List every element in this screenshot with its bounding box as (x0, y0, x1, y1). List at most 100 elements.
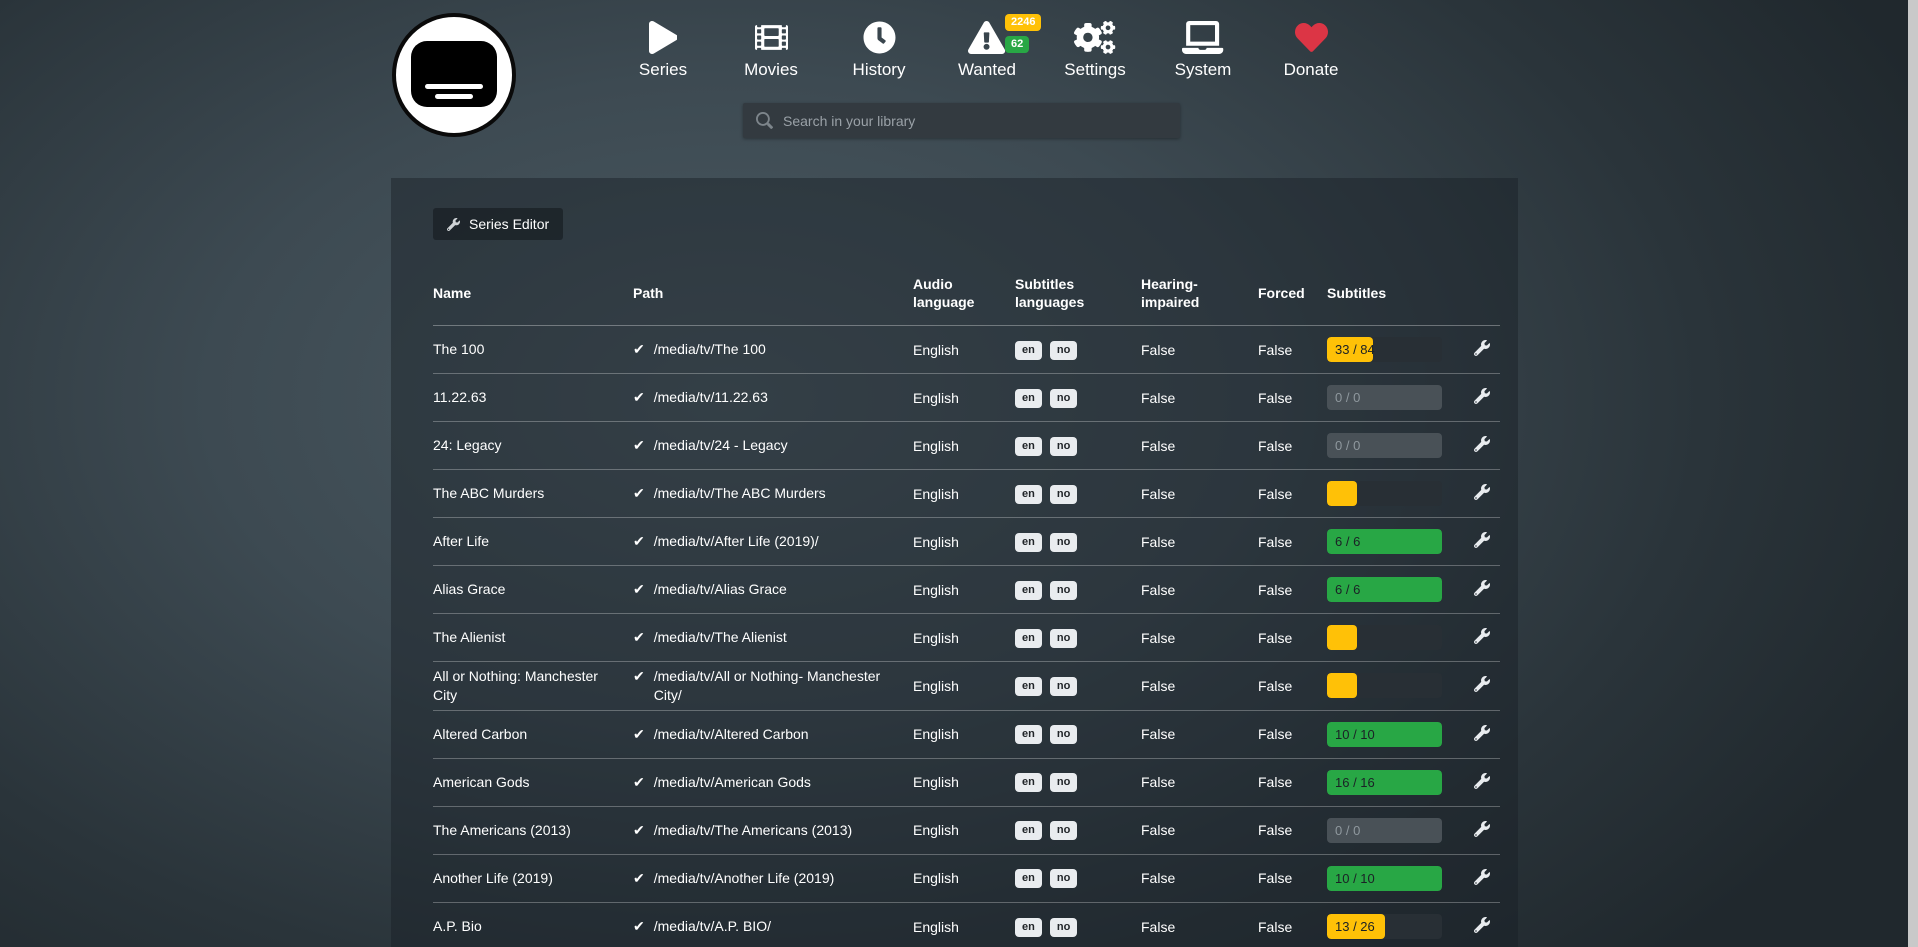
hearing-impaired-value: False (1141, 438, 1258, 454)
series-name[interactable]: After Life (433, 533, 489, 549)
table-row: The 100 ✔ /media/tv/The 100 English enno… (433, 326, 1500, 374)
series-path: /media/tv/All or Nothing- Manchester Cit… (654, 667, 903, 705)
language-badge: no (1050, 533, 1077, 552)
play-icon (649, 16, 678, 58)
wrench-icon (1474, 773, 1490, 789)
edit-series-button[interactable] (1474, 821, 1490, 840)
clock-icon (863, 16, 896, 58)
subtitle-languages: enno (1015, 340, 1141, 360)
subtitles-progress-label: 6 / 6 (1335, 577, 1360, 602)
nav-item-history[interactable]: Wanted History (825, 16, 933, 80)
edit-series-button[interactable] (1474, 532, 1490, 551)
language-badge: no (1050, 869, 1077, 888)
nav-item-system[interactable]: System (1149, 16, 1257, 80)
check-icon: ✔ (633, 869, 645, 888)
series-path: /media/tv/11.22.63 (654, 388, 768, 407)
subtitles-progress-label: 6 / 6 (1335, 529, 1360, 554)
wrench-icon (1474, 821, 1490, 837)
table-row: Another Life (2019) ✔ /media/tv/Another … (433, 855, 1500, 903)
nav-label: Donate (1284, 60, 1339, 80)
series-path: /media/tv/Another Life (2019) (654, 869, 835, 888)
series-name[interactable]: The 100 (433, 341, 484, 357)
nav-item-donate[interactable]: Donate (1257, 16, 1365, 80)
series-name[interactable]: The ABC Murders (433, 485, 544, 501)
language-badge: no (1050, 629, 1077, 648)
nav-item-movies[interactable]: Movies (717, 16, 825, 80)
subtitles-progress: 16 / 16 (1327, 770, 1442, 795)
wanted-series-count-badge: 2246 (1005, 14, 1041, 31)
subtitles-progress (1327, 481, 1442, 506)
subtitle-languages: enno (1015, 628, 1141, 648)
page-scrollbar[interactable] (1908, 0, 1918, 947)
series-name[interactable]: A.P. Bio (433, 918, 482, 934)
check-icon: ✔ (633, 667, 645, 686)
edit-series-button[interactable] (1474, 917, 1490, 936)
edit-series-button[interactable] (1474, 388, 1490, 407)
subtitles-progress (1327, 673, 1442, 698)
nav-item-wanted[interactable]: Wanted 2246 62 (933, 16, 1041, 80)
nav-item-series[interactable]: Series (609, 16, 717, 80)
wrench-icon (447, 218, 460, 231)
language-badge: no (1050, 918, 1077, 937)
hearing-impaired-value: False (1141, 919, 1258, 935)
edit-series-button[interactable] (1474, 725, 1490, 744)
series-name[interactable]: Another Life (2019) (433, 870, 553, 886)
language-badge: no (1050, 773, 1077, 792)
edit-series-button[interactable] (1474, 628, 1490, 647)
language-badge: en (1015, 389, 1042, 408)
language-badge: en (1015, 341, 1042, 360)
check-icon: ✔ (633, 821, 645, 840)
series-name[interactable]: Alias Grace (433, 581, 505, 597)
edit-series-button[interactable] (1474, 869, 1490, 888)
search-input[interactable] (743, 103, 1180, 138)
wrench-icon (1474, 628, 1490, 644)
audio-language: English (913, 678, 1015, 694)
series-name[interactable]: The Americans (2013) (433, 822, 571, 838)
subtitle-languages: enno (1015, 532, 1141, 552)
audio-language: English (913, 726, 1015, 742)
forced-value: False (1258, 342, 1327, 358)
series-name[interactable]: All or Nothing: Manchester City (433, 668, 598, 703)
check-icon: ✔ (633, 340, 645, 359)
nav-item-settings[interactable]: Settings (1041, 16, 1149, 80)
series-editor-label: Series Editor (469, 216, 549, 232)
series-name[interactable]: American Gods (433, 774, 529, 790)
subtitles-progress: 6 / 6 (1327, 529, 1442, 554)
bazarr-logo[interactable] (392, 13, 516, 137)
series-name[interactable]: 11.22.63 (433, 389, 486, 405)
language-badge: en (1015, 437, 1042, 456)
hearing-impaired-value: False (1141, 678, 1258, 694)
table-row: 24: Legacy ✔ /media/tv/24 - Legacy Engli… (433, 422, 1500, 470)
forced-value: False (1258, 774, 1327, 790)
audio-language: English (913, 342, 1015, 358)
hearing-impaired-value: False (1141, 870, 1258, 886)
series-name[interactable]: Altered Carbon (433, 726, 527, 742)
series-name[interactable]: 24: Legacy (433, 437, 502, 453)
check-icon: ✔ (633, 484, 645, 503)
edit-series-button[interactable] (1474, 484, 1490, 503)
edit-series-button[interactable] (1474, 436, 1490, 455)
warning-triangle-icon (968, 16, 1005, 58)
table-row: Altered Carbon ✔ /media/tv/Altered Carbo… (433, 711, 1500, 759)
audio-language: English (913, 822, 1015, 838)
header-hearing: Hearing-impaired (1141, 276, 1258, 311)
audio-language: English (913, 870, 1015, 886)
edit-series-button[interactable] (1474, 580, 1490, 599)
language-badge: en (1015, 918, 1042, 937)
main-nav: Series Movies Wanted History Wanted 2246… (609, 16, 1365, 80)
hearing-impaired-value: False (1141, 342, 1258, 358)
table-row: The ABC Murders ✔ /media/tv/The ABC Murd… (433, 470, 1500, 518)
hearing-impaired-value: False (1141, 774, 1258, 790)
subtitle-languages: enno (1015, 484, 1141, 504)
series-editor-button[interactable]: Series Editor (433, 208, 563, 240)
check-icon: ✔ (633, 725, 645, 744)
edit-series-button[interactable] (1474, 340, 1490, 359)
edit-series-button[interactable] (1474, 676, 1490, 695)
wrench-icon (1474, 869, 1490, 885)
edit-series-button[interactable] (1474, 773, 1490, 792)
series-name[interactable]: The Alienist (433, 629, 505, 645)
language-badge: no (1050, 581, 1077, 600)
subtitles-progress-label: 13 / 26 (1335, 914, 1375, 939)
table-row: The Americans (2013) ✔ /media/tv/The Ame… (433, 807, 1500, 855)
tv-screen-icon (411, 41, 497, 107)
